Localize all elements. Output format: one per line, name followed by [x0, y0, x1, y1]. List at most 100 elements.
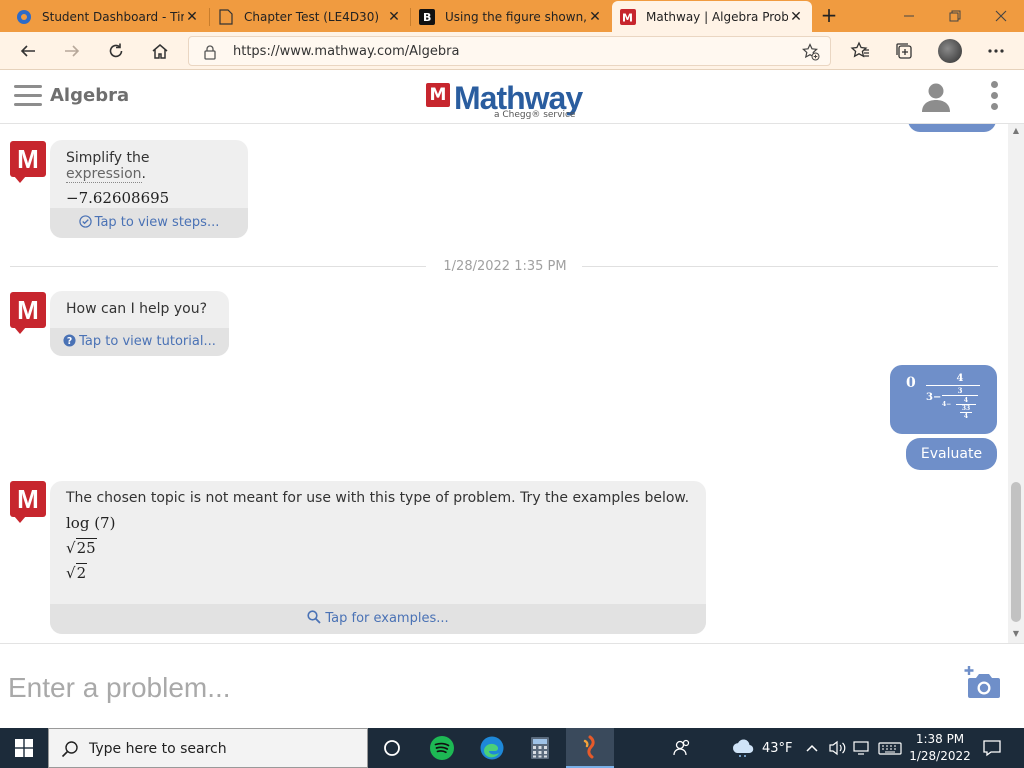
clock-date: 1/28/2022 [909, 749, 971, 763]
view-tutorial-button[interactable]: ? Tap to view tutorial... [50, 328, 229, 356]
problem-input[interactable] [8, 664, 908, 712]
divider-right [582, 266, 998, 267]
tray-overflow-icon[interactable] [806, 728, 818, 768]
example-sqrt-25[interactable]: √25 [66, 538, 690, 557]
system-clock[interactable]: 1:38 PM 1/28/2022 [908, 731, 972, 765]
start-button[interactable] [0, 728, 48, 768]
view-examples-label: Tap for examples... [325, 611, 449, 626]
tab-title: Chapter Test (LE4D30) [244, 10, 380, 24]
network-icon[interactable] [852, 728, 872, 768]
example-log[interactable]: log (7) [66, 514, 690, 532]
favorites-button[interactable] [846, 38, 874, 64]
browser-toolbar: https://www.mathway.com/Algebra [0, 32, 1024, 70]
tab-title: Student Dashboard - Tim [42, 10, 184, 24]
clock-time: 1:38 PM [915, 732, 965, 746]
scroll-up-arrow[interactable]: ▲ [1011, 126, 1021, 136]
mathway-logo-mark: M [426, 83, 450, 107]
windows-taskbar: Type here to search 43°F 1:38 PM 1/28/20… [0, 728, 1024, 768]
tab-chapter-test[interactable]: Chapter Test (LE4D30) ✕ [210, 2, 410, 32]
browser-tab-strip: Student Dashboard - Tim ✕ Chapter Test (… [0, 0, 1024, 32]
new-tab-button[interactable]: + [818, 4, 840, 26]
lock-icon[interactable] [203, 44, 217, 64]
hamburger-menu-icon[interactable] [14, 85, 42, 107]
home-button[interactable] [146, 38, 174, 64]
topic-title[interactable]: Algebra [50, 85, 129, 106]
active-app-button[interactable] [566, 728, 614, 768]
calculator-icon [531, 737, 549, 759]
camera-icon[interactable] [962, 666, 1002, 704]
task-view-button[interactable] [368, 728, 416, 768]
message-text: How can I help you? [66, 301, 208, 317]
bot-message-examples: The chosen topic is not meant for use wi… [50, 481, 706, 634]
weather-widget[interactable]: 43°F [730, 728, 793, 768]
favorites-star-icon [850, 41, 869, 58]
add-favorite-icon[interactable] [802, 43, 820, 65]
close-tab-icon[interactable]: ✕ [184, 9, 200, 25]
tab-mathway[interactable]: M Mathway | Algebra Proble ✕ [612, 1, 812, 32]
user-account-icon[interactable] [920, 81, 952, 117]
edge-browser-icon [480, 736, 504, 760]
refresh-button[interactable] [102, 38, 130, 64]
calculator-app[interactable] [516, 728, 564, 768]
close-tab-icon[interactable]: ✕ [386, 9, 402, 25]
chat-scrollbar[interactable]: ▲ ▼ [1008, 124, 1024, 643]
view-examples-button[interactable]: Tap for examples... [50, 604, 706, 634]
arrow-right-icon [65, 45, 80, 57]
tab-brainly[interactable]: B Using the figure shown, f ✕ [411, 2, 611, 32]
help-circle-icon: ? [63, 334, 76, 347]
restore-button[interactable] [932, 0, 978, 32]
result-value: −7.62608695 [66, 189, 170, 207]
taskbar-search-text: Type here to search [89, 741, 227, 757]
tab-title: Mathway | Algebra Proble [646, 9, 788, 24]
edge-app[interactable] [468, 728, 516, 768]
settings-more-button[interactable] [982, 38, 1010, 64]
svg-text:B: B [423, 11, 431, 24]
divider-left [10, 266, 426, 267]
keyboard-icon[interactable] [878, 728, 902, 768]
windows-logo-icon [15, 739, 33, 757]
close-tab-icon[interactable]: ✕ [587, 9, 603, 25]
forward-button[interactable] [58, 38, 86, 64]
profile-avatar[interactable] [938, 39, 962, 63]
people-icon[interactable] [672, 728, 692, 768]
back-button[interactable] [14, 38, 42, 64]
home-icon [152, 44, 168, 59]
notification-icon[interactable] [982, 728, 1002, 768]
chegg-service-text: a Chegg® service [494, 110, 576, 120]
canvas-dashboard-icon [16, 9, 32, 25]
chat-area[interactable]: M Simplify the expression. −7.62608695 T… [0, 124, 1008, 643]
tab-student-dashboard[interactable]: Student Dashboard - Tim ✕ [8, 2, 208, 32]
cloud-snow-icon [732, 739, 754, 757]
volume-icon[interactable] [828, 728, 848, 768]
brainly-icon: B [419, 9, 435, 25]
scroll-down-arrow[interactable]: ▼ [1011, 629, 1021, 639]
collections-icon [896, 43, 912, 59]
example-sqrt-2[interactable]: √2 [66, 563, 690, 582]
scrollbar-thumb[interactable] [1011, 482, 1021, 622]
cortana-circle-icon [384, 740, 400, 756]
expression-link[interactable]: expression [66, 166, 142, 183]
refresh-icon [109, 43, 123, 58]
chat-timestamp: 1/28/2022 1:35 PM [430, 259, 580, 274]
url-text: https://www.mathway.com/Algebra [233, 44, 460, 59]
problem-input-bar [0, 643, 1024, 728]
spotify-app[interactable] [418, 728, 466, 768]
more-vertical-icon[interactable] [988, 81, 1000, 115]
collections-button[interactable] [890, 38, 918, 64]
close-tab-icon[interactable]: ✕ [788, 9, 804, 25]
taskbar-search[interactable]: Type here to search [48, 728, 368, 768]
bot-message-simplify: Simplify the expression. −7.62608695 Tap… [50, 140, 248, 238]
bot-message-help: How can I help you? ? Tap to view tutoria… [50, 291, 229, 356]
address-bar[interactable]: https://www.mathway.com/Algebra [188, 36, 831, 66]
close-window-button[interactable] [978, 0, 1024, 32]
mathway-bot-avatar: M [10, 481, 46, 523]
expr-lead: 0 [906, 375, 916, 391]
spotify-icon [430, 736, 454, 760]
mathway-bot-avatar: M [10, 292, 46, 334]
mathway-icon: M [620, 8, 636, 25]
minimize-button[interactable] [886, 0, 932, 32]
view-steps-button[interactable]: Tap to view steps... [50, 208, 248, 238]
search-icon [307, 610, 321, 624]
evaluate-button[interactable]: Evaluate [906, 438, 997, 470]
check-circle-icon [78, 215, 92, 228]
